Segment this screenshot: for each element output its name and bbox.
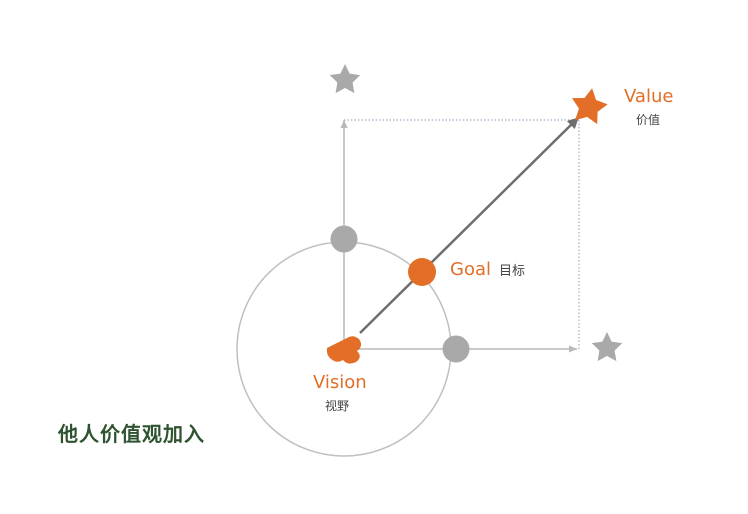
- vertical-intersection-node: [330, 225, 358, 253]
- value-star-icon: [572, 88, 608, 125]
- goal-label: Goal: [450, 259, 491, 280]
- top-gray-star-icon: [329, 64, 361, 94]
- diagram-page: Value 价值 Goal 目标 Vision 视野 他人价值观加入: [0, 0, 748, 514]
- value-label-zh: 价值: [636, 113, 661, 127]
- horizontal-intersection-node: [442, 335, 470, 363]
- vision-label-zh: 视野: [325, 399, 350, 413]
- vision-label: Vision: [313, 372, 367, 393]
- goal-label-zh: 目标: [499, 264, 526, 279]
- slide-caption: 他人价值观加入: [58, 422, 205, 446]
- value-label: Value: [624, 86, 674, 107]
- right-gray-star-icon: [591, 332, 623, 362]
- goal-node: [408, 258, 436, 286]
- vision-heart-icon: [326, 336, 362, 364]
- vision-to-value-arrow: [359, 117, 579, 334]
